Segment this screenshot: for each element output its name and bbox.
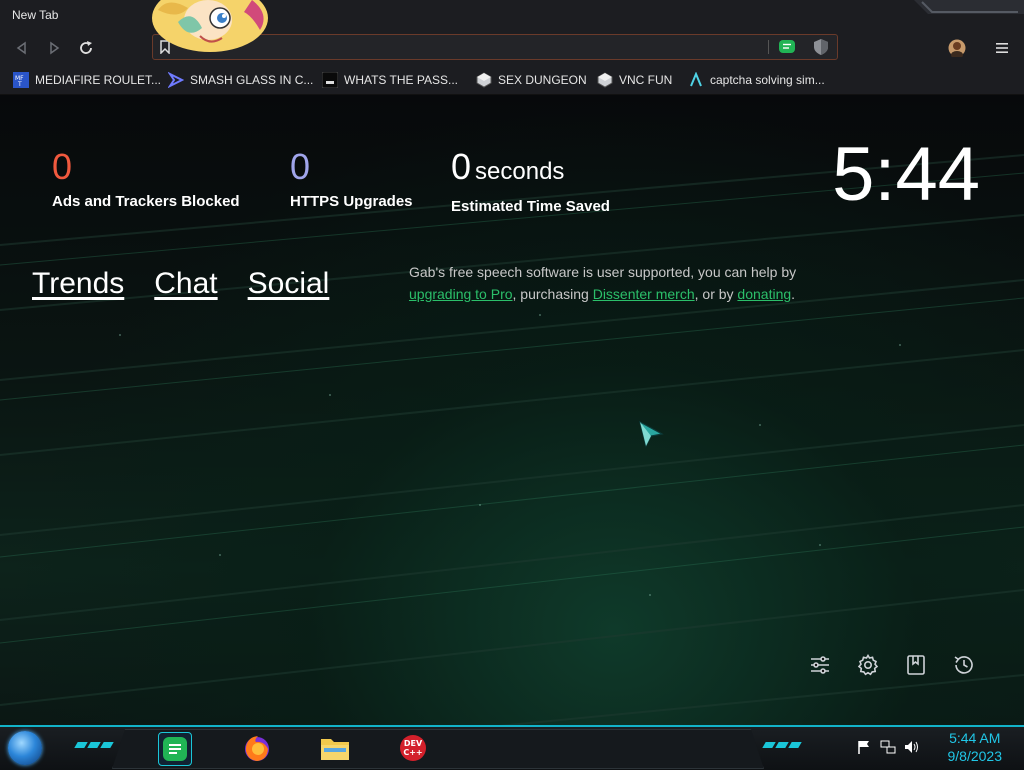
upgrade-pro-link[interactable]: upgrading to Pro [409, 286, 513, 302]
firefox-icon [245, 736, 269, 761]
bookmark-label: VNC FUN [619, 73, 673, 87]
bookmarks-button[interactable] [904, 653, 928, 677]
ads-blocked-label: Ads and Trackers Blocked [52, 193, 240, 210]
mouse-cursor-icon [639, 420, 664, 448]
taskbar-date: 9/8/2023 [947, 748, 1003, 764]
gab-text: . [791, 286, 796, 302]
taskbar-app-file-explorer[interactable] [319, 732, 351, 764]
taskbar-apps-panel [112, 729, 764, 769]
bookmark-whats-the-pass[interactable]: WHATS THE PASS... [322, 72, 458, 88]
bookmarks-bar: MF T MEDIAFIRE ROULET... SMASH GLASS IN C… [0, 66, 1024, 95]
reload-icon [80, 41, 92, 54]
bookmark-vnc-fun[interactable]: VNC FUN [597, 72, 672, 88]
window-corner-decoration [914, 0, 1024, 14]
customize-button[interactable] [808, 653, 832, 677]
address-bar-separator [768, 40, 769, 54]
bookmark-label: captcha solving sim... [710, 73, 825, 87]
taskbar-app-firefox[interactable] [241, 732, 273, 764]
speaker-icon [905, 741, 918, 753]
reload-button[interactable] [76, 38, 96, 58]
https-upgrades-label: HTTPS Upgrades [290, 193, 413, 210]
taskbar-time: 5:44 AM [949, 730, 1001, 746]
taskbar-clock[interactable]: 5:44 AM 9/8/2023 [948, 729, 1003, 765]
book-icon [907, 655, 925, 675]
gear-icon [857, 653, 879, 676]
settings-button[interactable] [856, 653, 880, 677]
time-saved-stat: 0 seconds Estimated Time Saved [451, 147, 610, 216]
bookmark-label: SMASH GLASS IN C... [190, 73, 314, 87]
devcpp-icon: DEVC++ [400, 735, 426, 761]
folder-icon [321, 739, 349, 760]
quick-links: Trends Chat Social [32, 267, 329, 301]
time-saved-label: Estimated Time Saved [451, 198, 610, 215]
time-saved-value: 0 seconds [451, 147, 610, 192]
page-tools [808, 653, 976, 677]
tab-title[interactable]: New Tab [12, 8, 58, 22]
ads-blocked-count: 0 [52, 146, 73, 187]
gab-text: , purchasing [512, 286, 593, 302]
trends-link[interactable]: Trends [32, 267, 124, 301]
forward-button[interactable] [44, 38, 64, 58]
bookmark-smash-glass[interactable]: SMASH GLASS IN C... [168, 72, 313, 88]
tray-flag[interactable] [856, 739, 872, 755]
taskbar: DEV C++ 5:44 AM 9/8/2023 [0, 725, 1024, 770]
bookmark-sex-dungeon[interactable]: SEX DUNGEON [476, 72, 587, 88]
gab-text: , or by [694, 286, 738, 302]
bookmark-label: MEDIAFIRE ROULET... [35, 73, 162, 87]
network-icon [880, 740, 896, 754]
bookmark-captcha[interactable]: captcha solving sim... [688, 72, 825, 88]
clock: 5:44 [832, 132, 980, 217]
taskbar-app-devcpp[interactable]: DEV C++ [397, 732, 429, 764]
svg-text:T: T [17, 81, 22, 88]
https-upgrades-count: 0 [290, 146, 311, 187]
mascot-image [152, 0, 268, 52]
taskbar-decoration [762, 742, 802, 748]
bookmark-label: WHATS THE PASS... [344, 73, 459, 87]
time-saved-number: 0 [451, 146, 472, 187]
captcha-icon [688, 72, 704, 88]
extension-chat-icon[interactable] [778, 39, 796, 55]
history-icon [954, 656, 973, 674]
back-button[interactable] [12, 38, 32, 58]
cube-icon [476, 72, 492, 88]
taskbar-decoration [74, 742, 114, 748]
forward-arrow-icon [50, 41, 60, 55]
svg-text:DEV: DEV [404, 739, 423, 748]
donating-link[interactable]: donating [737, 286, 791, 302]
history-button[interactable] [952, 653, 976, 677]
profile-avatar[interactable] [948, 39, 966, 57]
system-tray [856, 739, 920, 755]
time-saved-unit: seconds [475, 158, 565, 185]
gab-support-message: Gab's free speech software is user suppo… [409, 261, 809, 305]
bookmark-label: SEX DUNGEON [498, 73, 587, 87]
shield-icon[interactable] [812, 38, 830, 56]
chat-app-icon [163, 737, 187, 761]
social-link[interactable]: Social [248, 267, 330, 301]
taskbar-app-chat[interactable] [158, 732, 192, 766]
cube-icon [597, 72, 613, 88]
gab-text: Gab's free speech software is user suppo… [409, 264, 797, 280]
terminal-icon [322, 72, 338, 88]
back-arrow-icon [16, 41, 26, 55]
chat-link[interactable]: Chat [154, 267, 217, 301]
svg-text:C++: C++ [403, 748, 422, 757]
tray-network[interactable] [880, 739, 896, 755]
ads-blocked-stat: 0 Ads and Trackers Blocked [52, 146, 240, 211]
flag-icon [858, 741, 869, 754]
dissenter-merch-link[interactable]: Dissenter merch [593, 286, 695, 302]
smash-icon [168, 72, 184, 88]
menu-icon[interactable] [995, 41, 1009, 55]
tray-volume[interactable] [904, 739, 920, 755]
new-tab-page: 0 Ads and Trackers Blocked 0 HTTPS Upgra… [0, 95, 1024, 725]
start-button[interactable] [8, 731, 42, 765]
sliders-icon [811, 656, 829, 674]
mediafire-icon: MF T [13, 72, 29, 88]
bookmark-mediafire[interactable]: MF T MEDIAFIRE ROULET... [13, 72, 161, 88]
https-upgrades-stat: 0 HTTPS Upgrades [290, 146, 413, 211]
